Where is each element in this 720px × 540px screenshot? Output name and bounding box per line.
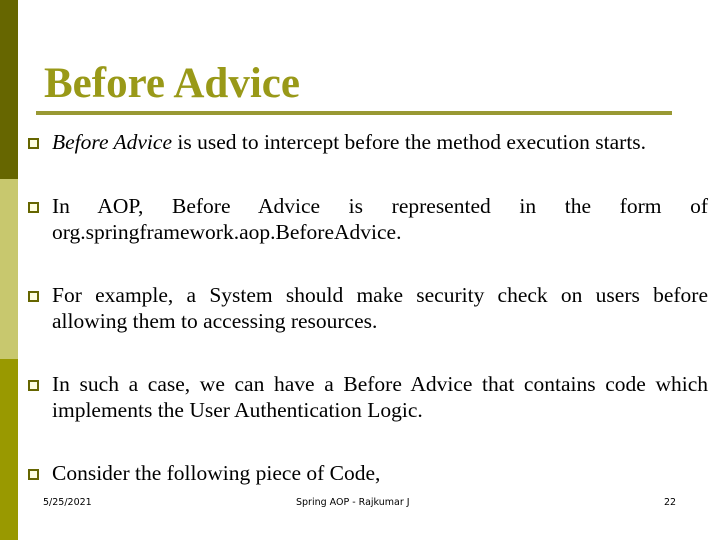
- bullet-text: In AOP, Before Advice is represented in …: [52, 194, 708, 244]
- side-bar-middle-segment: [0, 179, 18, 359]
- footer-date: 5/25/2021: [43, 497, 92, 508]
- side-bar-bottom-segment: [0, 359, 18, 540]
- square-bullet-icon: [28, 138, 39, 149]
- bullet-text: In such a case, we can have a Before Adv…: [52, 372, 708, 422]
- side-bar-top-segment: [0, 0, 18, 179]
- square-bullet-icon: [28, 202, 39, 213]
- bullet-emphasis: Before Advice: [52, 130, 172, 154]
- square-bullet-icon: [28, 469, 39, 480]
- bullet-text: Before Advice is used to intercept befor…: [52, 129, 708, 155]
- bullet-text-rest: is used to intercept before the method e…: [171, 130, 647, 154]
- bullet-text: Consider the following piece of Code,: [52, 461, 381, 485]
- page-number: 22: [664, 497, 677, 508]
- bullet-text: For example, a System should make securi…: [52, 283, 708, 333]
- square-bullet-icon: [28, 291, 39, 302]
- title-underline: [36, 111, 672, 115]
- footer-title: Spring AOP - Rajkumar J: [296, 497, 410, 508]
- slide-title: Before Advice: [44, 60, 300, 107]
- square-bullet-icon: [28, 380, 39, 391]
